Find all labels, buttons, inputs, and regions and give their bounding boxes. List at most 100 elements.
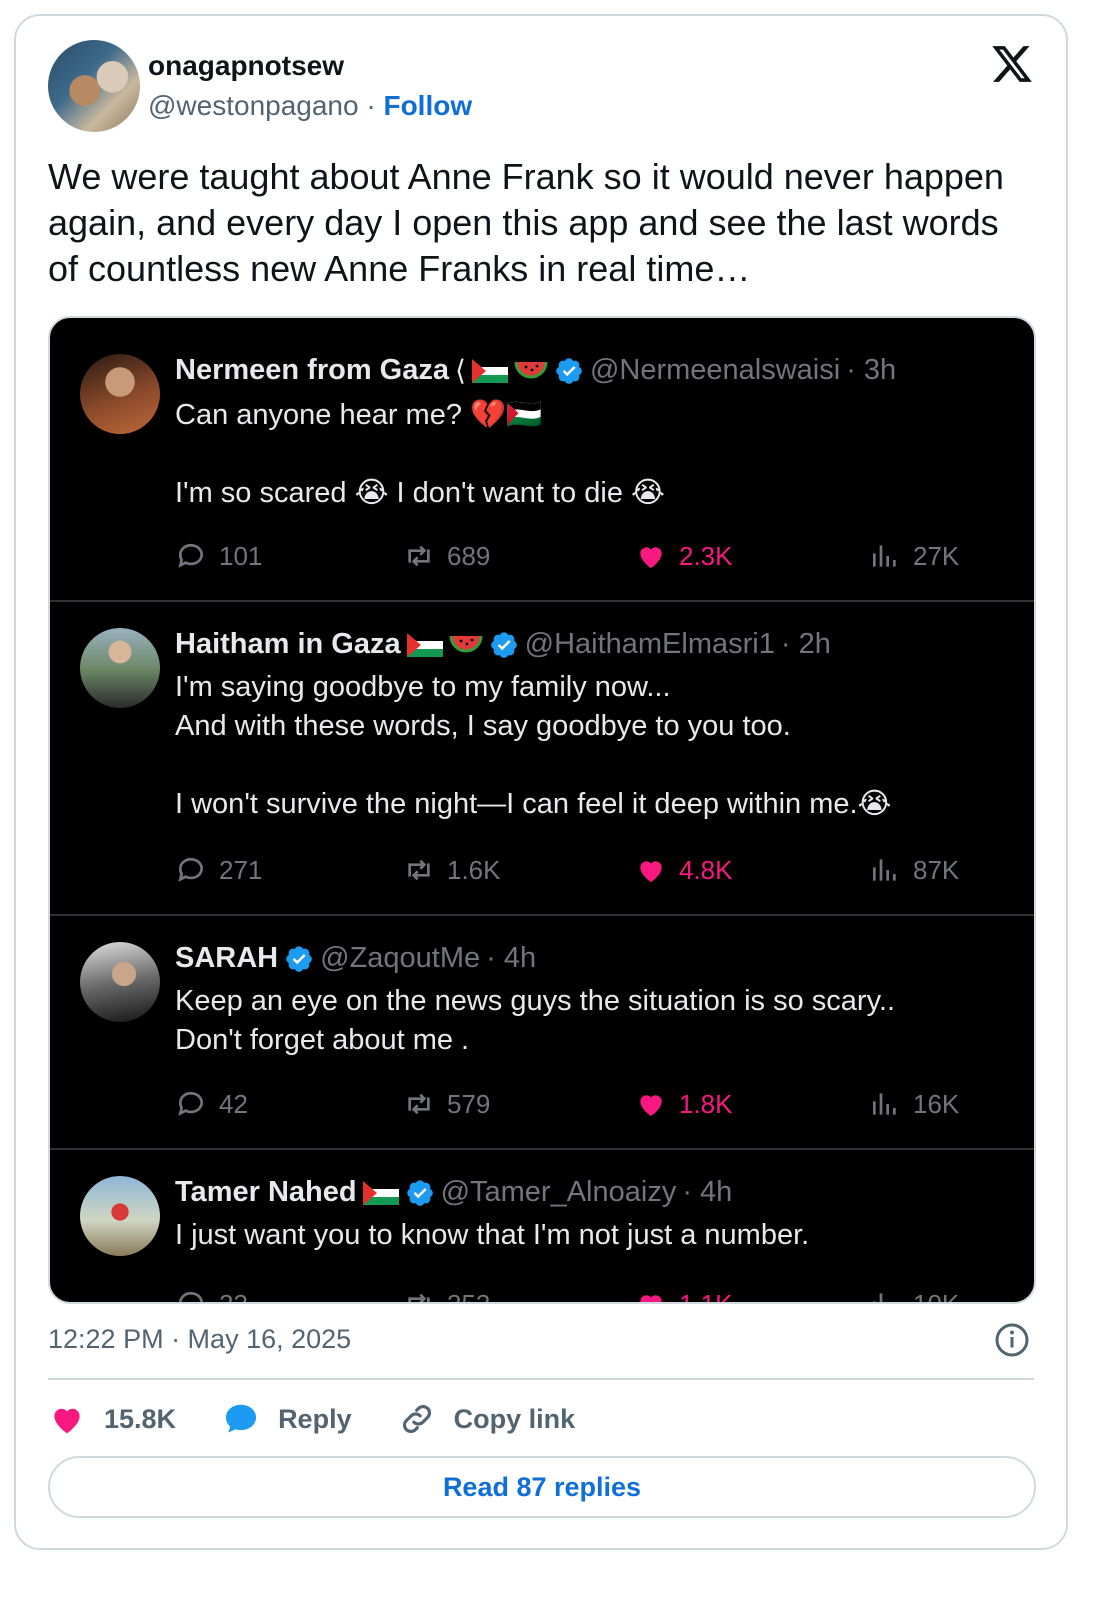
reply-stat[interactable]: 101 (175, 540, 262, 572)
repost-stat[interactable]: 579 (403, 1088, 490, 1120)
views-stat[interactable]: 16K (869, 1088, 959, 1120)
verified-badge-icon (286, 945, 312, 972)
info-icon[interactable] (994, 1322, 1030, 1358)
views-count: 87K (913, 854, 960, 885)
verified-badge-icon (406, 1179, 433, 1206)
link-icon (402, 1405, 431, 1433)
reply-icon (178, 543, 203, 568)
post-time: · 3h (846, 354, 897, 386)
like-stat[interactable]: 1.8K (635, 1088, 733, 1120)
embedded-post: SARAH @ZaqoutMe · 4h Keep an eye on the … (50, 916, 1034, 1150)
like-stat[interactable]: 2.3K (635, 540, 733, 572)
reply-count: 271 (219, 854, 263, 885)
embedded-post: Tamer Nahed @Tamer_Alnoaizy · 4h I just … (50, 1150, 1034, 1304)
views-stat[interactable]: 27K (869, 540, 959, 572)
post-avatar[interactable] (80, 628, 160, 708)
post-header: Tamer Nahed @Tamer_Alnoaizy · 4h (175, 1176, 732, 1209)
post-body: Can anyone hear me? 💔🇵🇸 I'm so scared 😭 … (175, 399, 665, 509)
palestine-flag-icon (406, 632, 443, 657)
post-time: · 4h (486, 942, 537, 974)
copy-link-button[interactable]: Copy link (398, 1400, 576, 1438)
post-author-handle[interactable]: @Tamer_Alnoaizy (441, 1176, 677, 1209)
views-icon (873, 545, 896, 567)
reply-button[interactable]: Reply (222, 1400, 352, 1438)
views-stat[interactable]: 10K (869, 1288, 959, 1302)
views-count: 16K (913, 1088, 960, 1119)
views-icon (873, 1093, 896, 1115)
post-avatar[interactable] (80, 942, 160, 1022)
repost-count: 579 (447, 1088, 491, 1119)
repost-icon (408, 859, 430, 881)
views-icon (873, 1293, 883, 1302)
reply-count: 101 (219, 540, 263, 571)
read-replies-button[interactable]: Read 87 replies (48, 1456, 1036, 1518)
copy-link-label: Copy link (453, 1403, 576, 1434)
embedded-post: Haitham in Gaza @HaithamElmasri1 · 2h I'… (50, 602, 1034, 916)
repost-icon (408, 1093, 430, 1115)
verified-badge-icon (490, 631, 517, 658)
watermelon-icon: ⟨ (455, 354, 466, 387)
like-icon (640, 861, 662, 882)
views-icon (873, 859, 896, 881)
watermelon-icon (514, 361, 548, 378)
reply-count: 23 (219, 1288, 248, 1304)
like-count: 15.8K (104, 1403, 177, 1434)
palestine-flag-icon (362, 1180, 399, 1205)
views-stat[interactable]: 87K (869, 854, 959, 886)
like-stat[interactable]: 4.8K (635, 854, 733, 886)
reply-stat[interactable]: 23 (175, 1288, 248, 1304)
reply-icon (178, 1091, 203, 1116)
x-logo-icon[interactable] (990, 42, 1034, 86)
post-stats: 101 689 2.3K 27K (175, 540, 975, 580)
post-author-name[interactable]: SARAH (175, 942, 278, 975)
repost-stat[interactable]: 1.6K (403, 854, 501, 886)
tweet-timestamp[interactable]: 12:22 PM · May 16, 2025 (48, 1324, 351, 1355)
like-icon (640, 1095, 662, 1116)
tweet-text: We were taught about Anne Frank so it wo… (48, 156, 1004, 289)
post-stats: 271 1.6K 4.8K 87K (175, 854, 975, 894)
repost-icon (408, 1293, 430, 1302)
repost-stat[interactable]: 689 (403, 540, 490, 572)
follow-button[interactable]: Follow (383, 90, 472, 121)
reply-count: 42 (219, 1088, 248, 1119)
post-author-name[interactable]: Haitham in Gaza (175, 628, 401, 661)
author-display-name[interactable]: onagapnotsew (148, 50, 344, 82)
author-handle[interactable]: @westonpagano (148, 90, 359, 121)
reply-stat[interactable]: 271 (175, 854, 262, 886)
post-stats: 42 579 1.8K 16K (175, 1088, 975, 1128)
post-author-name[interactable]: Tamer Nahed (175, 1176, 357, 1209)
watermelon-icon (449, 635, 483, 652)
post-author-handle[interactable]: @ZaqoutMe (320, 942, 480, 975)
post-time: · 4h (682, 1176, 733, 1208)
author-avatar[interactable] (48, 40, 140, 132)
reply-stat[interactable]: 42 (175, 1088, 248, 1120)
post-header: Haitham in Gaza @HaithamElmasri1 · 2h (175, 628, 831, 661)
like-icon (640, 1295, 662, 1302)
post-author-handle[interactable]: @HaithamElmasri1 (525, 628, 775, 661)
like-stat[interactable]: 1.1K (635, 1288, 733, 1302)
views-count: 27K (913, 540, 960, 571)
repost-count: 1.6K (447, 854, 501, 885)
like-button[interactable]: 15.8K (48, 1400, 176, 1438)
post-header: SARAH @ZaqoutMe · 4h (175, 942, 536, 975)
repost-count: 689 (447, 540, 491, 571)
embedded-screenshot[interactable]: Nermeen from Gaza ⟨ @Nermeenalswaisi · 3… (48, 316, 1036, 1304)
reply-bubble-icon (226, 1404, 257, 1433)
like-icon (54, 1408, 80, 1434)
post-author-name[interactable]: Nermeen from Gaza (175, 354, 449, 387)
reply-icon (179, 1291, 203, 1302)
post-stats: 23 353 1.1K 10K (175, 1288, 975, 1304)
post-avatar[interactable] (80, 1176, 160, 1256)
like-count: 1.8K (679, 1088, 733, 1119)
post-body: I just want you to know that I'm not jus… (175, 1219, 810, 1251)
repost-stat[interactable]: 353 (403, 1288, 490, 1302)
action-bar: 15.8K Reply Copy link (48, 1394, 621, 1444)
repost-icon (408, 545, 430, 567)
post-author-handle[interactable]: @Nermeenalswaisi (590, 354, 840, 387)
verified-badge-icon (556, 357, 582, 384)
divider (48, 1378, 1034, 1380)
post-body: Keep an eye on the news guys the situati… (175, 985, 896, 1056)
post-avatar[interactable] (80, 354, 160, 434)
like-count: 2.3K (679, 540, 733, 571)
post-body: I'm saying goodbye to my family now... A… (175, 671, 892, 820)
